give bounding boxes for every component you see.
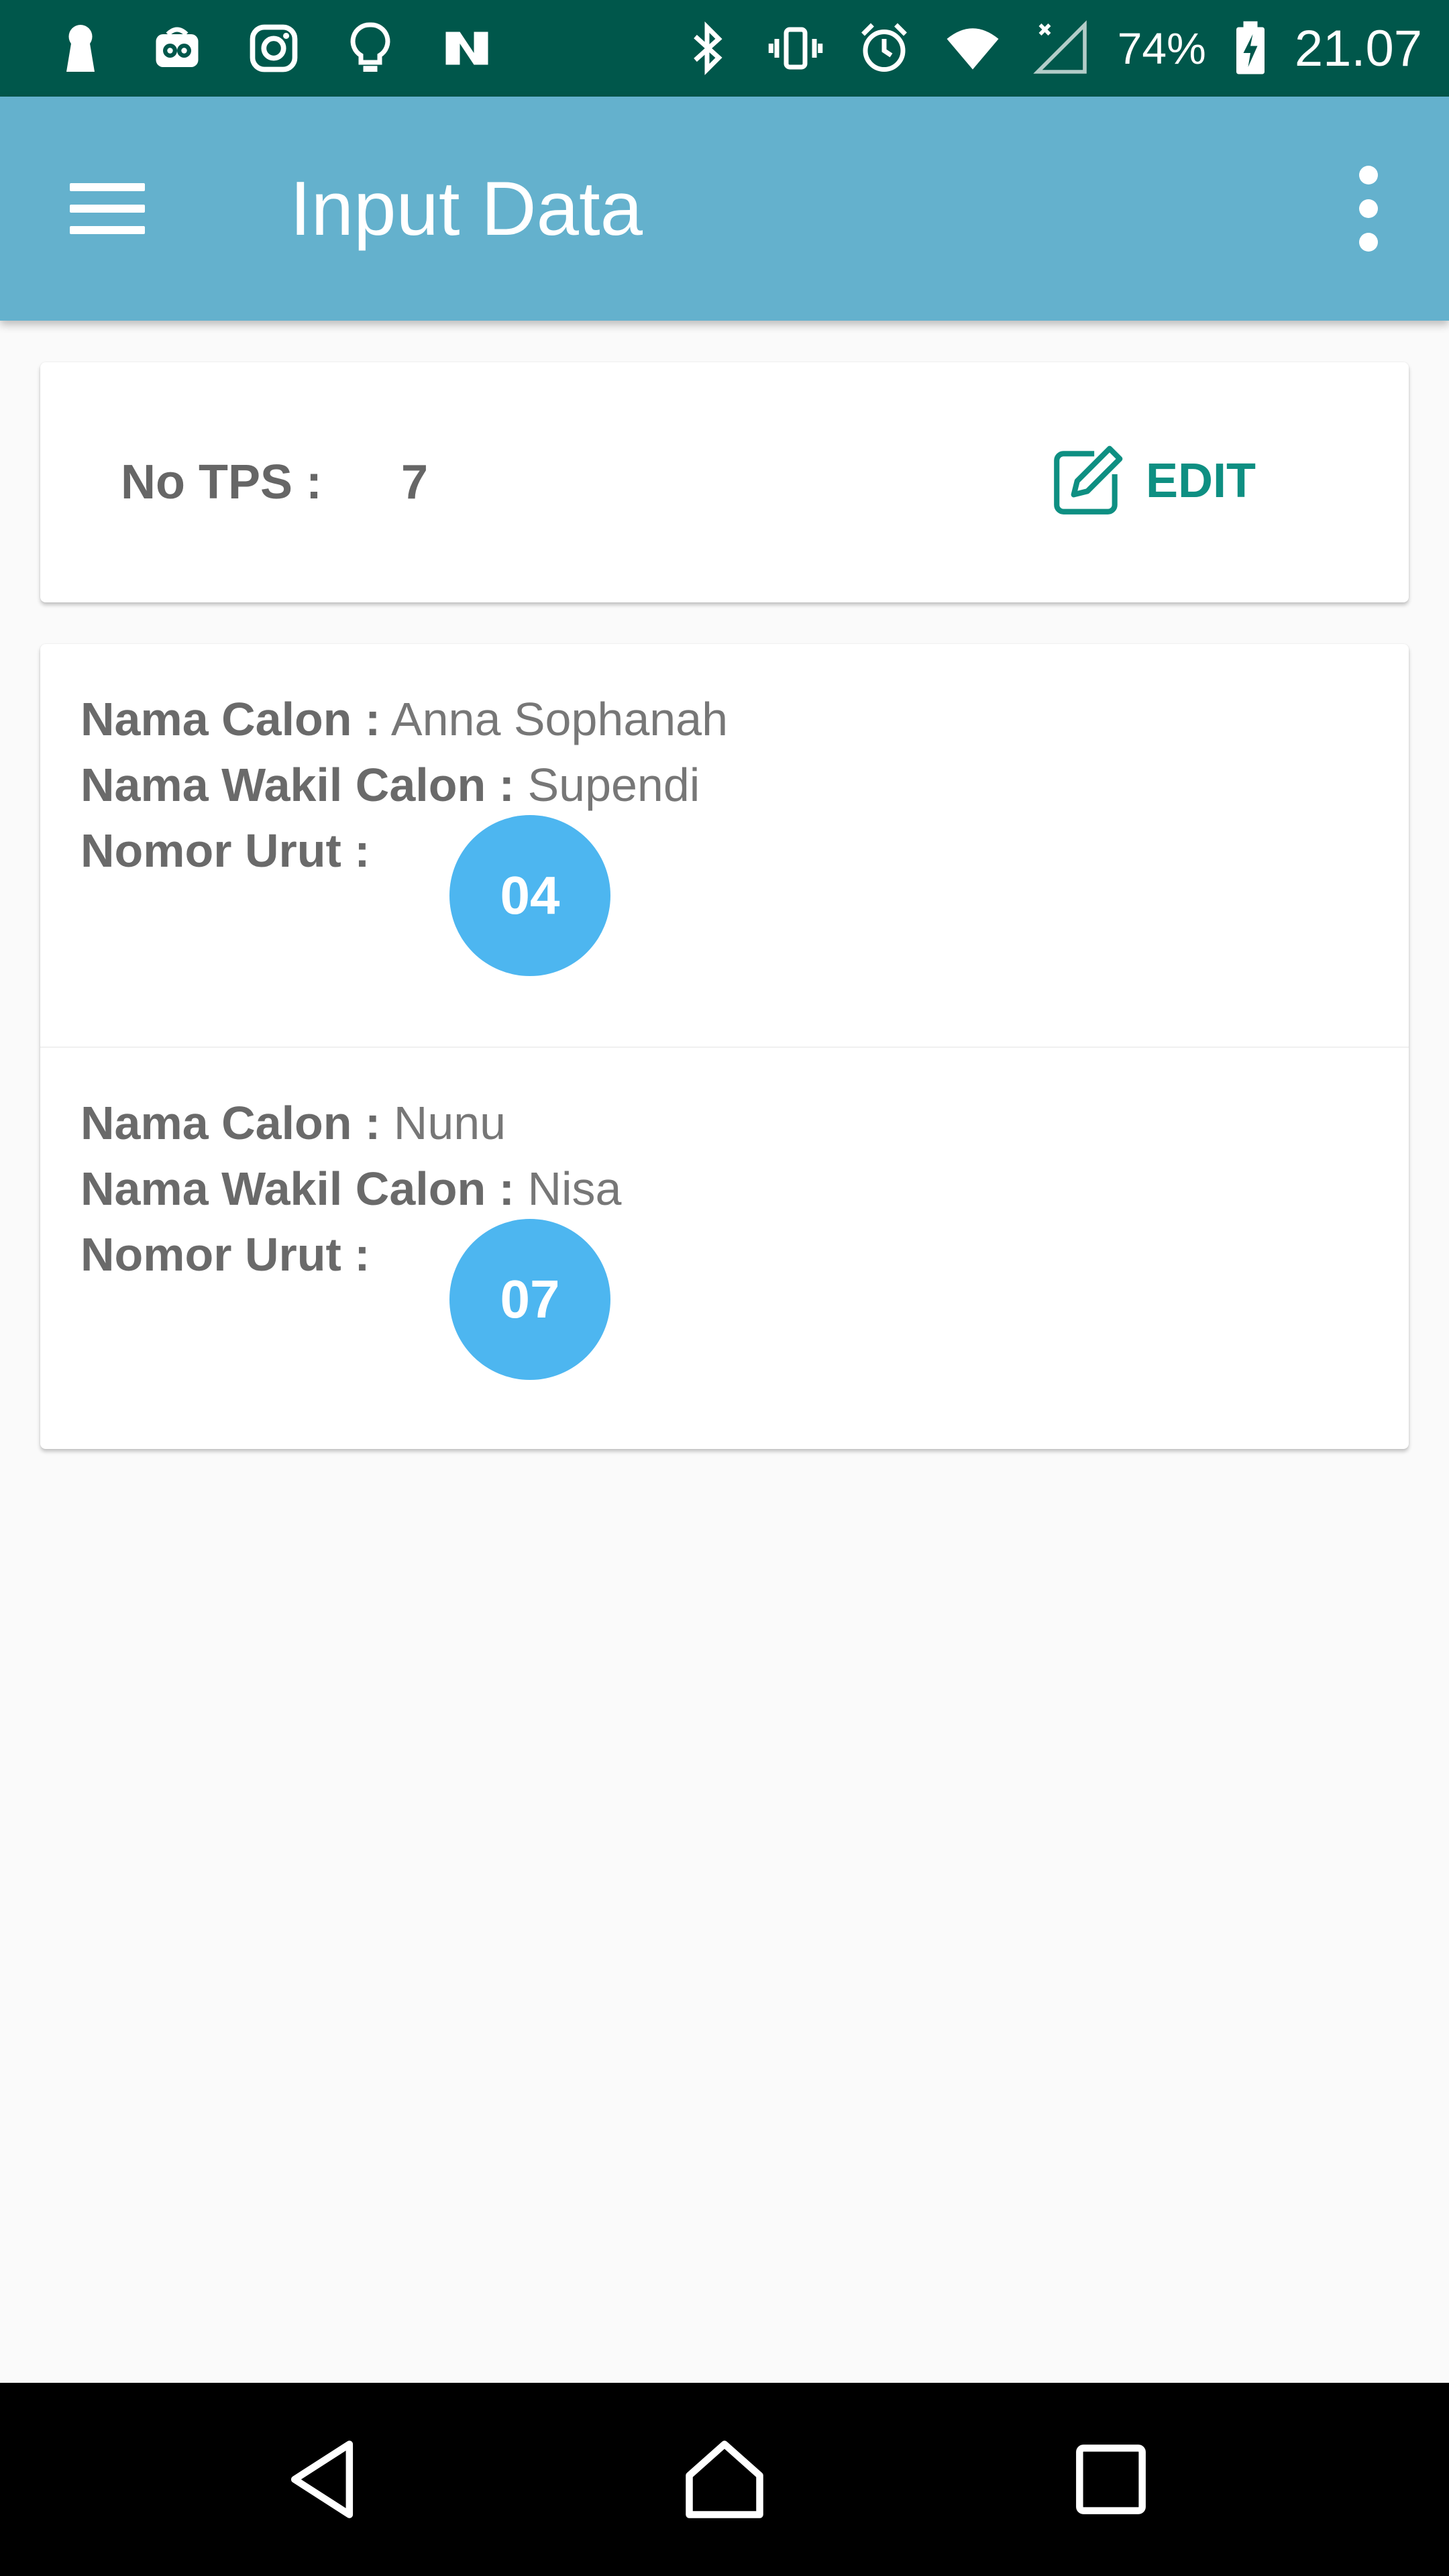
candidate-name: Anna Sophanah: [390, 693, 729, 745]
order-number-badge: 07: [449, 1219, 610, 1380]
tps-card: No TPS : 7 EDIT: [40, 362, 1409, 602]
order-number-badge: 04: [449, 815, 610, 976]
signal-icon: [1029, 16, 1093, 80]
alarm-icon: [852, 16, 916, 80]
deputy-name: Nisa: [527, 1163, 622, 1215]
bluetooth-icon: [675, 16, 739, 80]
instagram-icon: [241, 16, 306, 80]
edit-icon: [1054, 445, 1123, 515]
app-bar: Input Data: [0, 97, 1449, 321]
more-options-icon[interactable]: [1328, 165, 1409, 252]
list-item[interactable]: Nama Calon : Anna Sophanah Nama Wakil Ca…: [40, 644, 1409, 1046]
deputy-name: Supendi: [527, 759, 700, 811]
edit-button[interactable]: EDIT: [1046, 437, 1256, 525]
deputy-name-row: Nama Wakil Calon : Supendi: [80, 758, 700, 812]
lightbulb-icon: [338, 16, 402, 80]
tps-label: No TPS :: [121, 455, 322, 509]
candidate-name: Nunu: [393, 1097, 506, 1149]
deputy-name-label: Nama Wakil Calon :: [80, 1163, 515, 1215]
candidate-name-row: Nama Calon : Nunu: [80, 1096, 506, 1150]
n-app-icon: [435, 16, 499, 80]
order-number-row: Nomor Urut :: [80, 1228, 370, 1281]
back-icon[interactable]: [268, 2426, 376, 2533]
candidate-list: Nama Calon : Anna Sophanah Nama Wakil Ca…: [40, 644, 1409, 1449]
clock: 21.07: [1294, 19, 1422, 77]
order-number-label: Nomor Urut :: [80, 1228, 370, 1281]
tripadvisor-icon: [145, 16, 209, 80]
page-title: Input Data: [290, 166, 643, 252]
order-number-row: Nomor Urut :: [80, 824, 370, 877]
menu-icon[interactable]: [67, 171, 148, 246]
deputy-name-row: Nama Wakil Calon : Nisa: [80, 1162, 622, 1216]
home-icon[interactable]: [671, 2426, 778, 2533]
list-item[interactable]: Nama Calon : Nunu Nama Wakil Calon : Nis…: [40, 1046, 1409, 1449]
battery-percent: 74%: [1117, 23, 1206, 73]
tps-value: 7: [401, 455, 429, 509]
candidate-name-label: Nama Calon :: [80, 693, 381, 745]
edit-label: EDIT: [1146, 454, 1256, 508]
wifi-icon: [941, 16, 1005, 80]
candidate-name-label: Nama Calon :: [80, 1097, 381, 1149]
battery-icon: [1230, 16, 1271, 80]
keyhole-icon: [48, 16, 113, 80]
deputy-name-label: Nama Wakil Calon :: [80, 759, 515, 811]
status-bar: 74% 21.07: [0, 0, 1449, 97]
order-number-label: Nomor Urut :: [80, 824, 370, 877]
vibrate-icon: [763, 16, 828, 80]
candidate-name-row: Nama Calon : Anna Sophanah: [80, 692, 728, 746]
navigation-bar: [0, 2383, 1449, 2576]
recents-icon[interactable]: [1057, 2426, 1165, 2533]
